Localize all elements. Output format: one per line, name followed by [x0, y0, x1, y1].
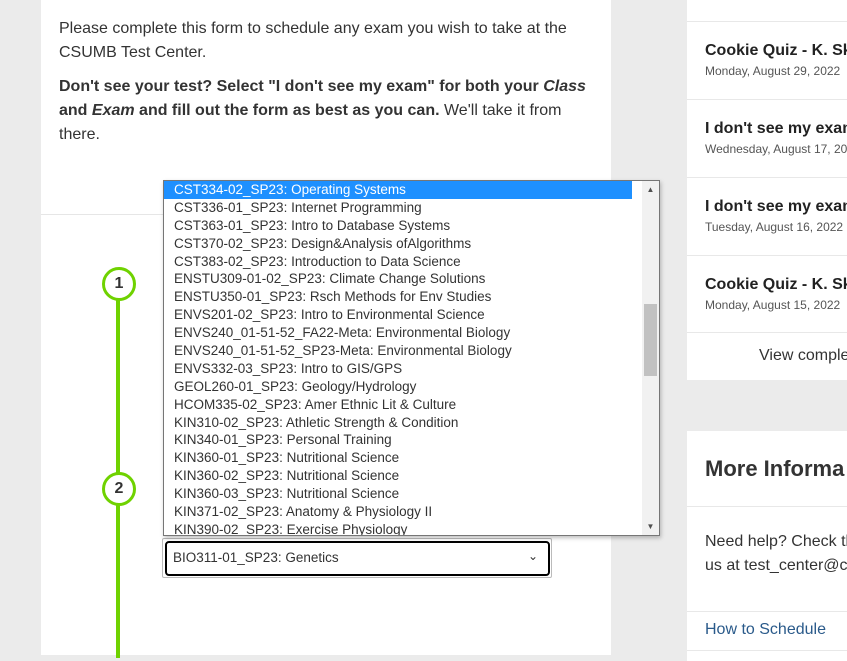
recent-exam-item[interactable]: I don't see my exam Wednesday, August 17…: [705, 120, 847, 156]
notice-bold-c: and fill out the form as best as you can…: [134, 102, 440, 119]
scroll-up-arrow-icon[interactable]: ▲: [642, 181, 659, 198]
intro-paragraph: Please complete this form to schedule an…: [59, 20, 567, 61]
scroll-thumb[interactable]: [644, 304, 657, 376]
notice-exam-em: Exam: [91, 102, 135, 119]
item-separator: [687, 255, 847, 256]
card-separator: [687, 650, 847, 651]
class-option[interactable]: CST363-01_SP23: Intro to Database System…: [164, 217, 632, 235]
intro-notice: Don't see your test? Select "I don't see…: [59, 75, 599, 147]
recent-exams-card: Cookie Quiz - K. Sk Monday, August 29, 2…: [687, 0, 847, 380]
notice-bold-b: and: [59, 102, 92, 119]
class-option[interactable]: CST370-02_SP23: Design&Analysis ofAlgori…: [164, 235, 632, 253]
how-to-schedule-link[interactable]: How to Schedule: [705, 621, 826, 639]
recent-exam-date: Wednesday, August 17, 2022: [705, 142, 847, 156]
class-option[interactable]: KIN360-03_SP23: Nutritional Science: [164, 485, 632, 503]
recent-exam-title: Cookie Quiz - K. Sk: [705, 276, 847, 293]
recent-exam-date: Tuesday, August 16, 2022: [705, 220, 844, 234]
item-separator: [687, 99, 847, 100]
notice-class-em: Class: [543, 78, 586, 95]
class-option[interactable]: CST383-02_SP23: Introduction to Data Sci…: [164, 253, 632, 271]
recent-exam-item[interactable]: Cookie Quiz - K. Sk Monday, August 15, 2…: [705, 276, 847, 312]
class-option[interactable]: CST336-01_SP23: Internet Programming: [164, 199, 632, 217]
step-2-marker: 2: [102, 472, 136, 506]
item-separator: [687, 332, 847, 333]
recent-exam-title: I don't see my exam: [705, 120, 847, 137]
step-1-marker: 1: [102, 267, 136, 301]
view-complete-link[interactable]: View complete: [759, 347, 847, 365]
class-option[interactable]: GEOL260-01_SP23: Geology/Hydrology: [164, 378, 632, 396]
class-option[interactable]: ENSTU309-01-02_SP23: Climate Change Solu…: [164, 270, 632, 288]
dropdown-scrollbar[interactable]: ▲ ▼: [642, 181, 659, 535]
card-separator: [687, 506, 847, 507]
class-option[interactable]: KIN310-02_SP23: Athletic Strength & Cond…: [164, 414, 632, 432]
class-option[interactable]: KIN360-02_SP23: Nutritional Science: [164, 467, 632, 485]
item-separator: [687, 21, 847, 22]
help-text: Need help? Check th us at test_center@c: [705, 530, 847, 578]
class-option[interactable]: ENVS240_01-51-52_FA22-Meta: Environmenta…: [164, 324, 632, 342]
class-option[interactable]: HCOM335-02_SP23: Amer Ethnic Lit & Cultu…: [164, 396, 632, 414]
class-option[interactable]: CST334-02_SP23: Operating Systems: [164, 181, 632, 199]
recent-exam-title: Cookie Quiz - K. Sk: [705, 42, 847, 59]
scroll-down-arrow-icon[interactable]: ▼: [642, 518, 659, 535]
class-option[interactable]: KIN360-01_SP23: Nutritional Science: [164, 449, 632, 467]
chevron-down-icon: ⌄: [527, 549, 538, 563]
class-option[interactable]: KIN371-02_SP23: Anatomy & Physiology II: [164, 503, 632, 521]
class-option[interactable]: ENVS201-02_SP23: Intro to Environmental …: [164, 306, 632, 324]
class-options: CST334-02_SP23: Operating Systems CST336-…: [164, 181, 659, 535]
class-option[interactable]: ENSTU350-01_SP23: Rsch Methods for Env S…: [164, 288, 632, 306]
recent-exam-date: Monday, August 29, 2022: [705, 64, 841, 78]
recent-exam-date: Monday, August 15, 2022: [705, 298, 841, 312]
class-option[interactable]: KIN390-02_SP23: Exercise Physiology: [164, 521, 632, 535]
notice-bold-a: Don't see your test? Select "I don't see…: [59, 78, 544, 95]
more-information-card: More Informa Need help? Check th us at t…: [687, 431, 847, 661]
class-option[interactable]: KIN340-01_SP23: Personal Training: [164, 431, 632, 449]
item-separator: [687, 177, 847, 178]
help-line: us at test_center@c: [705, 557, 847, 574]
more-information-title: More Informa: [705, 456, 845, 481]
class-dropdown-list[interactable]: CST334-02_SP23: Operating Systems CST336-…: [163, 180, 660, 536]
class-option[interactable]: ENVS240_01-51-52_SP23-Meta: Environmenta…: [164, 342, 632, 360]
class-select[interactable]: BIO311-01_SP23: Genetics ⌄: [165, 541, 550, 576]
intro-text: Please complete this form to schedule an…: [59, 17, 599, 157]
class-select-value: BIO311-01_SP23: Genetics: [173, 550, 339, 565]
card-separator: [687, 611, 847, 612]
help-line: Need help? Check th: [705, 533, 847, 550]
recent-exam-item[interactable]: Cookie Quiz - K. Sk Monday, August 29, 2…: [705, 42, 847, 78]
class-option[interactable]: ENVS332-03_SP23: Intro to GIS/GPS: [164, 360, 632, 378]
recent-exam-item[interactable]: I don't see my exam Tuesday, August 16, …: [705, 198, 847, 234]
recent-exam-title: I don't see my exam: [705, 198, 847, 215]
